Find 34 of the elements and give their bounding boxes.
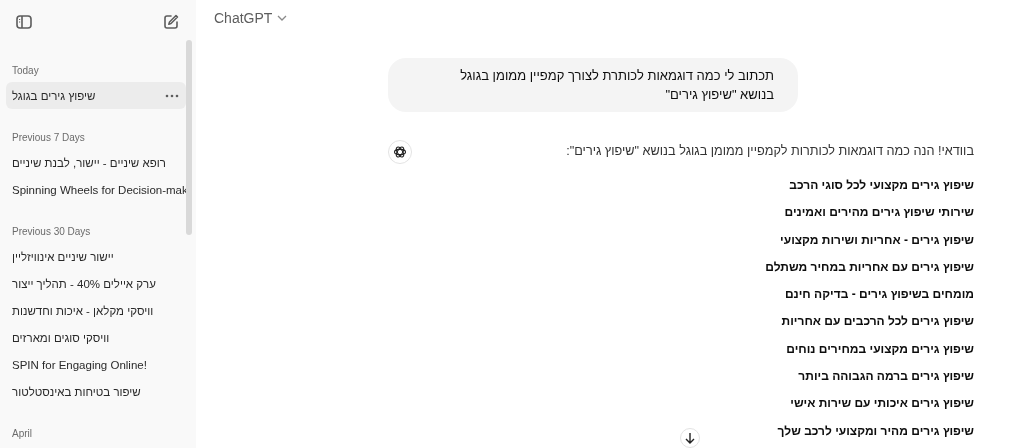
user-message: תכתוב לי כמה דוגמאות לכותרת לצורך קמפיין ממומן בגוגל בנושא "שיפוץ גירים" xyxy=(388,58,798,112)
more-icon[interactable] xyxy=(165,93,179,98)
down-arrow-icon xyxy=(684,432,696,444)
new-chat-icon[interactable] xyxy=(162,13,180,31)
chat-history-item[interactable]: Spinning Wheels for Decision-mak xyxy=(6,176,186,203)
chat-history-item[interactable]: שיפור בטיחות באינסטלטור xyxy=(6,378,186,405)
model-selector[interactable]: ChatGPT xyxy=(212,8,290,28)
section-heading: Previous 7 Days xyxy=(11,131,86,145)
chat-history-item[interactable]: וויסקי מקלאן - איכות וחדשנות xyxy=(6,297,186,324)
scroll-down-button[interactable] xyxy=(680,428,700,448)
chat-history-item[interactable]: רופא שיניים - יישור, לבנת שיניים xyxy=(6,149,186,176)
headline-suggestion: מומחים בשיפוץ גירים - בדיקה חינם xyxy=(784,286,974,304)
section-heading: Today xyxy=(11,64,40,78)
chat-history-item[interactable]: SPIN for Engaging Online! xyxy=(6,351,186,378)
headline-suggestion: שיפוץ גירים מקצועי במחירים נוחים xyxy=(786,340,974,358)
caret-icon xyxy=(277,15,288,21)
section-heading: Previous 30 Days xyxy=(11,225,92,239)
headline-suggestion: שיפוץ גירים עם אחריות במחיר משתלם xyxy=(765,258,974,276)
chat-history-item[interactable]: שיפוץ גירים בגוגל xyxy=(6,82,186,109)
chat-history-item[interactable]: יישור שיניים אינוויזליין xyxy=(6,243,186,270)
headline-suggestion: שירותי שיפוץ גירים מהירים ואמינים xyxy=(784,204,974,222)
headline-suggestion: שיפוץ גירים - אחריות ושירות מקצועי xyxy=(780,231,974,249)
headline-suggestion: שיפוץ גירים לכל הרכבים עם אחריות xyxy=(781,313,974,331)
headline-suggestion: שיפוץ גירים ברמה הגבוהה ביותר xyxy=(798,368,974,386)
assistant-message: בוודאי! הנה כמה דוגמאות לכותרות לקמפיין ממומן בגוגל בנושא "שיפוץ גירים": xyxy=(566,143,974,160)
sidebar-toggle-icon[interactable] xyxy=(15,13,33,31)
headline-suggestion: שיפוץ גירים איכותי עם שירות אישי xyxy=(790,395,974,413)
chat-history-item[interactable]: ערק איילים 40% - תהליך ייצור xyxy=(6,270,186,297)
section-heading: April xyxy=(11,427,33,441)
scrollbar[interactable] xyxy=(186,40,192,235)
assistant-avatar-icon xyxy=(388,140,412,164)
chat-history-item[interactable]: וויסקי סוגים ומארזים xyxy=(6,324,186,351)
headline-suggestion: שיפוץ גירים מקצועי לכל סוגי הרכב xyxy=(789,177,974,194)
headline-suggestion: שיפוץ גירים מהיר ומקצועי לרכב שלך xyxy=(777,422,974,440)
